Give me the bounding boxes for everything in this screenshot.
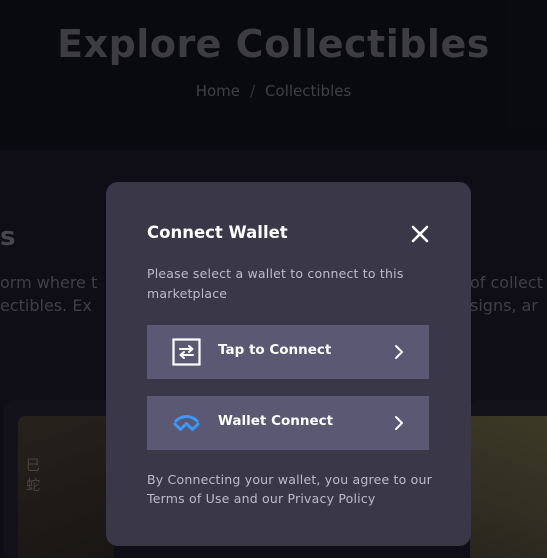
modal-description: Please select a wallet to connect to thi…	[147, 266, 404, 301]
swap-arrows-icon	[172, 338, 201, 366]
close-icon	[411, 225, 429, 243]
modal-title: Connect Wallet	[147, 223, 288, 242]
connect-wallet-modal: Connect Wallet Please select a wallet to…	[106, 182, 471, 546]
tap-to-connect-button[interactable]: Tap to Connect	[147, 325, 429, 379]
wallet-connect-button[interactable]: Wallet Connect	[147, 396, 429, 450]
option-label: Wallet Connect	[218, 413, 334, 429]
close-button[interactable]	[408, 222, 432, 246]
chevron-right-icon	[395, 345, 403, 359]
terms-notice: By Connecting your wallet, you agree to …	[147, 472, 432, 506]
chevron-right-icon	[395, 416, 403, 430]
option-label: Tap to Connect	[218, 342, 332, 358]
walletconnect-icon	[173, 415, 200, 431]
